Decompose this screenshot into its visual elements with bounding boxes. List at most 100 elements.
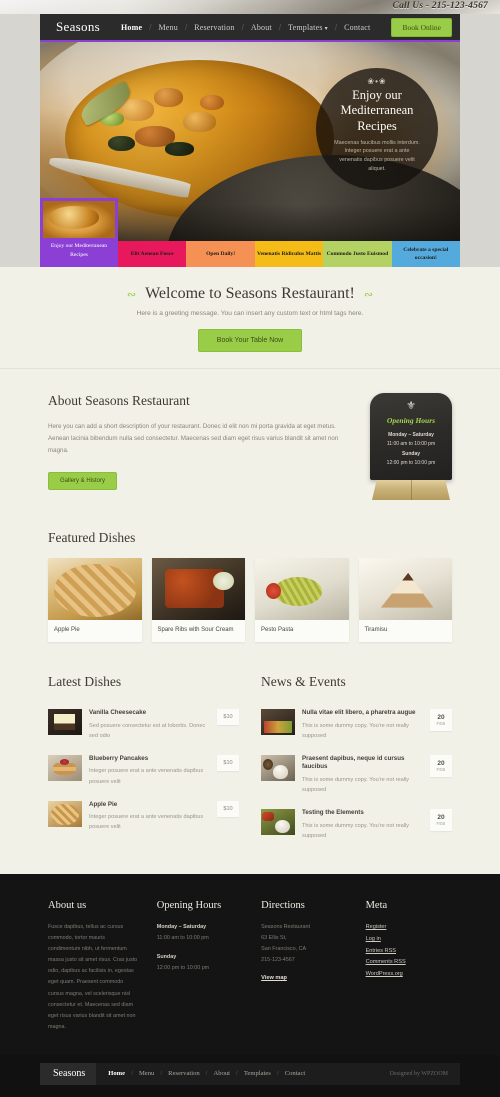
- nav-item-home[interactable]: Home: [114, 23, 149, 32]
- featured-dish-image: [358, 558, 452, 620]
- main-navbar: Seasons Home / Menu / Reservation / About / Temp…: [40, 14, 460, 42]
- hero-caption-badge: ❀•❀ Enjoy our Mediterranean Recipes Maec…: [316, 68, 438, 190]
- footer-directions-heading: Directions: [261, 900, 305, 912]
- list-item[interactable]: Testing the Elements This is some dummy c…: [261, 802, 452, 848]
- featured-dish-caption: Apple Pie: [54, 627, 80, 633]
- site-logo[interactable]: Seasons: [40, 19, 114, 35]
- slider-tab[interactable]: Venenatis Ridiculus Mattis: [254, 240, 324, 267]
- nav-item-about[interactable]: About: [244, 23, 279, 32]
- about-body: Here you can add a short description of …: [48, 423, 339, 455]
- list-item[interactable]: Praesent dapibus, neque id cursus faucib…: [261, 748, 452, 802]
- footer-nav-item-templates[interactable]: Templates: [238, 1070, 277, 1077]
- book-table-button[interactable]: Book Your Table Now: [197, 329, 303, 352]
- featured-dishes-section: Featured Dishes Apple Pie Spare Ribs with…: [48, 520, 452, 666]
- featured-dish-card[interactable]: Apple Pie: [48, 558, 142, 642]
- nav-item-templates[interactable]: Templates ▾: [281, 23, 335, 32]
- list-item[interactable]: Apple Pie Integer posuere erat a ante ven…: [48, 794, 239, 840]
- about-section: About Seasons Restaurant Here you can ad…: [48, 369, 452, 520]
- news-events-column: News & Events Nulla vitae elit libero, a…: [261, 674, 452, 848]
- slider-tab[interactable]: Open Daily!: [186, 240, 255, 267]
- featured-dish-card[interactable]: Pesto Pasta: [255, 558, 349, 642]
- news-title[interactable]: Testing the Elements: [302, 809, 423, 818]
- news-date-day: 20: [437, 759, 445, 767]
- slider-tab[interactable]: Elit Aenean Fusce: [118, 240, 187, 267]
- dish-body: Blueberry Pancakes Integer posuere erat a…: [89, 755, 210, 787]
- list-item[interactable]: Vanilla Cheesecake Sed posuere consectetu…: [48, 702, 239, 748]
- bottom-bar-inner: Seasons Home / Menu / Reservation / About / Temp…: [40, 1062, 460, 1085]
- design-credit: Designed by WPZOOM: [389, 1070, 448, 1077]
- meta-link-log-in[interactable]: Log in: [366, 934, 452, 946]
- meta-link-wordpress-org[interactable]: WordPress.org: [366, 969, 452, 981]
- footer-nav: Home / Menu / Reservation / About / Templates / Co…: [96, 1070, 390, 1077]
- dish-description: Sed posuere consectetur est at lobortis.…: [89, 722, 206, 739]
- view-map-link[interactable]: View map: [261, 975, 287, 981]
- dish-title[interactable]: Blueberry Pancakes: [89, 755, 210, 764]
- hero-badge-title: Enjoy our Mediterranean Recipes: [340, 88, 414, 133]
- footer-directions-column: Directions Seasons Restaurant 63 Ellis S…: [261, 900, 347, 1033]
- footer-meta-heading: Meta: [365, 900, 388, 912]
- slider-thumb-caption: Enjoy our Mediterranean Recipes: [50, 243, 108, 258]
- featured-dish-card[interactable]: Spare Ribs with Sour Cream: [151, 558, 245, 642]
- footer-about-body: Fusce dapibus, tellus ac cursus commodo,…: [48, 924, 138, 1030]
- meta-link-comments-rss[interactable]: Comments RSS: [366, 957, 452, 969]
- featured-dish-caption: Tiramisu: [364, 627, 388, 633]
- dish-price: $10: [217, 709, 239, 725]
- dish-title[interactable]: Apple Pie: [89, 801, 210, 810]
- featured-dish-image: [48, 558, 142, 620]
- footer-address-phone: 215-123-4567: [261, 957, 295, 964]
- chalkboard: ⚜ Opening Hours Monday – Saturday 11:00 …: [370, 393, 452, 480]
- footer-columns: About us Fusce dapibus, tellus ac cursus…: [48, 900, 452, 1033]
- about-heading: About Seasons Restaurant: [48, 393, 190, 408]
- featured-dish-card[interactable]: Tiramisu: [358, 558, 452, 642]
- footer-meta-links: Register Log in Entries RSS Comments RSS Wor…: [366, 922, 452, 981]
- news-date-month: FEB: [436, 821, 446, 827]
- squiggle-right-icon: ∾: [363, 288, 374, 301]
- call-us-phone[interactable]: Call Us - 215-123-4567: [393, 1, 488, 11]
- news-date-badge: 20 FEB: [430, 709, 452, 732]
- latest-and-news-section: Latest Dishes Vanilla Cheesecake Sed posu…: [48, 666, 452, 874]
- slider-thumb-active[interactable]: Enjoy our Mediterranean Recipes: [40, 198, 118, 267]
- dish-description: Integer posuere erat a ante venenatis da…: [89, 814, 204, 831]
- news-description: This is some dummy copy. You're not real…: [302, 777, 409, 794]
- dish-title[interactable]: Vanilla Cheesecake: [89, 709, 210, 718]
- list-item[interactable]: Nulla vitae elit libero, a pharetra augu…: [261, 702, 452, 748]
- about-text-column: About Seasons Restaurant Here you can ad…: [48, 393, 356, 500]
- news-events-heading: News & Events: [261, 674, 346, 689]
- nav-item-contact[interactable]: Contact: [337, 23, 377, 32]
- news-events-list: Nulla vitae elit libero, a pharetra augu…: [261, 702, 452, 848]
- list-item[interactable]: Blueberry Pancakes Integer posuere erat a…: [48, 748, 239, 794]
- latest-dishes-list: Vanilla Cheesecake Sed posuere consectetu…: [48, 702, 239, 839]
- news-thumbnail: [261, 709, 295, 735]
- top-utility-bar: Call Us - 215-123-4567: [0, 0, 500, 14]
- sign-days-sunday: Sunday: [401, 450, 421, 457]
- footer-nav-item-about[interactable]: About: [208, 1070, 236, 1077]
- footer-logo[interactable]: Seasons: [40, 1062, 97, 1085]
- slider-tab[interactable]: Celebrate a special occasion!: [391, 240, 460, 267]
- meta-link-entries-rss[interactable]: Entries RSS: [366, 946, 452, 958]
- dish-thumbnail: [48, 754, 82, 781]
- footer-hours-heading: Opening Hours: [156, 900, 222, 912]
- slider-tab[interactable]: Commodo Justo Euismod: [323, 240, 392, 267]
- footer-nav-item-contact[interactable]: Contact: [279, 1070, 312, 1077]
- news-title[interactable]: Praesent dapibus, neque id cursus faucib…: [302, 755, 423, 772]
- footer-address-street: 63 Ellis St,: [261, 935, 287, 942]
- latest-dishes-column: Latest Dishes Vanilla Cheesecake Sed posu…: [48, 674, 239, 848]
- news-date-badge: 20 FEB: [430, 754, 452, 777]
- nav-item-reservation[interactable]: Reservation: [187, 23, 241, 32]
- book-online-button[interactable]: Book Online: [391, 17, 452, 37]
- welcome-section: ∾ Welcome to Seasons Restaurant! ∾ Here …: [0, 267, 500, 369]
- news-title[interactable]: Nulla vitae elit libero, a pharetra augu…: [302, 709, 423, 718]
- gallery-history-button[interactable]: Gallery & History: [48, 472, 118, 491]
- sign-title: Opening Hours: [386, 416, 436, 425]
- featured-dish-caption: Spare Ribs with Sour Cream: [157, 627, 234, 633]
- hero-slider[interactable]: ❀•❀ Enjoy our Mediterranean Recipes Maec…: [40, 42, 460, 267]
- opening-hours-sign: ⚜ Opening Hours Monday – Saturday 11:00 …: [370, 393, 452, 500]
- footer-nav-item-home[interactable]: Home: [102, 1070, 131, 1077]
- footer-nav-item-reservation[interactable]: Reservation: [162, 1070, 206, 1077]
- dish-thumbnail: [48, 709, 82, 735]
- meta-link-register[interactable]: Register: [366, 922, 452, 934]
- sign-days-weekday: Monday – Saturday: [388, 432, 434, 438]
- nav-item-menu[interactable]: Menu: [151, 23, 184, 32]
- footer-nav-item-menu[interactable]: Menu: [133, 1070, 160, 1077]
